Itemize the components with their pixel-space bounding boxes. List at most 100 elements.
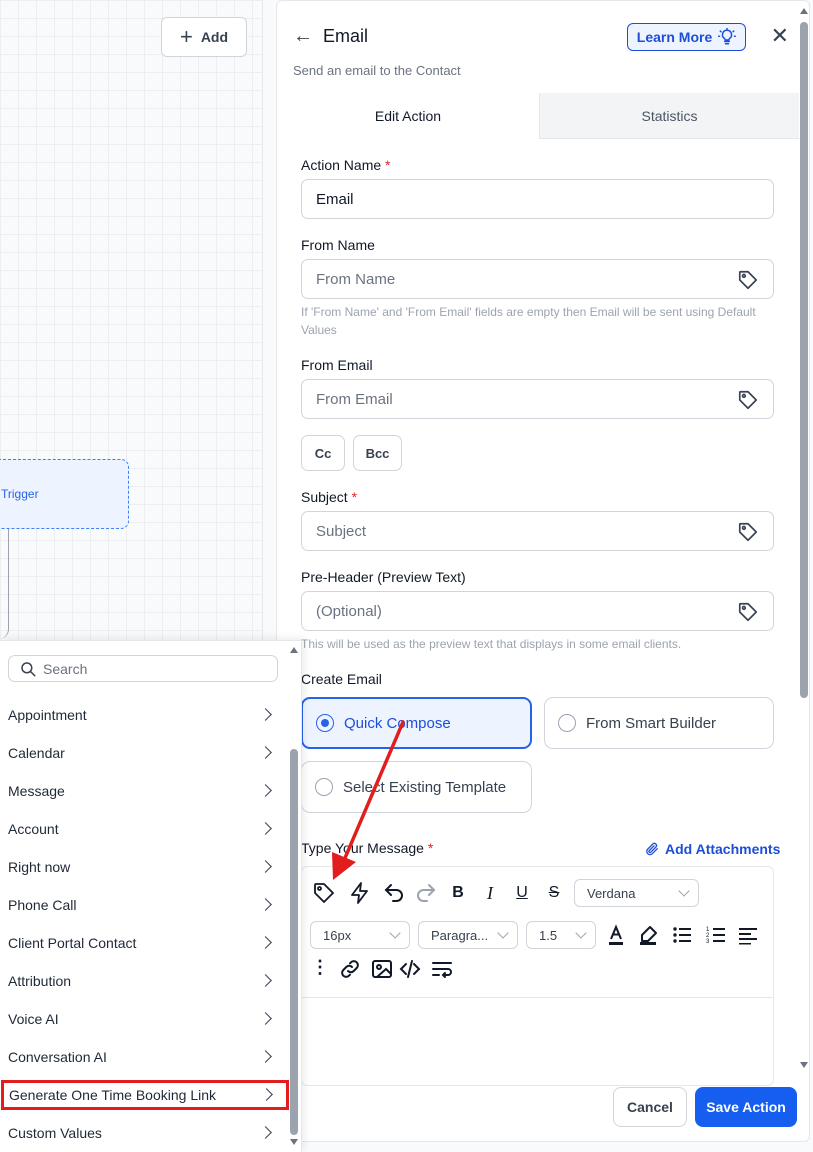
bcc-button[interactable]: Bcc: [353, 435, 402, 471]
chevron-right-icon: [259, 898, 272, 911]
tag-icon[interactable]: [737, 521, 759, 543]
menu-item-attribution[interactable]: Attribution: [0, 964, 288, 998]
subject-input[interactable]: Subject: [301, 511, 774, 551]
search-icon: [21, 661, 36, 676]
option-smart-builder[interactable]: From Smart Builder: [544, 697, 774, 749]
font-size-select[interactable]: 16px: [310, 921, 410, 949]
tag-icon[interactable]: [737, 269, 759, 291]
strikethrough-icon[interactable]: S: [542, 881, 566, 905]
tag-icon[interactable]: [737, 601, 759, 623]
lightning-icon[interactable]: [348, 881, 372, 905]
preheader-input[interactable]: (Optional): [301, 591, 774, 631]
underline-icon[interactable]: U: [510, 881, 534, 905]
svg-text:3: 3: [706, 939, 710, 945]
add-button[interactable]: + Add: [161, 17, 247, 57]
scrollbar-thumb[interactable]: [290, 749, 298, 1135]
menu-item-phone-call[interactable]: Phone Call: [0, 888, 288, 922]
back-arrow-icon[interactable]: ←: [293, 25, 313, 48]
menu-item-label: Appointment: [8, 707, 87, 723]
subject-label-text: Subject: [301, 489, 348, 505]
menu-item-message[interactable]: Message: [0, 774, 288, 808]
required-mark: *: [427, 840, 434, 856]
panel-tabs: Edit Action Statistics: [277, 93, 809, 139]
from-name-help: If 'From Name' and 'From Email' fields a…: [301, 305, 756, 337]
chevron-right-icon: [259, 1050, 272, 1063]
more-vertical-icon[interactable]: ⋮: [308, 955, 332, 979]
link-icon[interactable]: [338, 957, 362, 981]
learn-more-button[interactable]: Learn More: [627, 23, 746, 51]
menu-item-conversation-ai[interactable]: Conversation AI: [0, 1040, 288, 1074]
option-existing-template[interactable]: Select Existing Template: [301, 761, 532, 813]
action-name-label: Action Name *: [301, 157, 391, 173]
chevron-right-icon: [259, 784, 272, 797]
chevron-right-icon: [259, 860, 272, 873]
menu-item-label: Conversation AI: [8, 1049, 107, 1065]
menu-item-generate-booking-link[interactable]: Generate One Time Booking Link: [1, 1080, 289, 1110]
menu-item-calendar[interactable]: Calendar: [0, 736, 288, 770]
panel-subtitle: Send an email to the Contact: [293, 63, 461, 78]
save-action-button[interactable]: Save Action: [695, 1087, 797, 1127]
from-name-placeholder: From Name: [316, 270, 396, 288]
block-format-value: Paragra...: [431, 927, 489, 943]
page-scrollbar[interactable]: [800, 8, 808, 1068]
menu-item-right-now[interactable]: Right now: [0, 850, 288, 884]
close-icon[interactable]: ✕: [771, 23, 789, 49]
preheader-help: This will be used as the preview text th…: [301, 637, 682, 651]
menu-search-input[interactable]: Search: [8, 655, 278, 682]
redo-icon[interactable]: [414, 881, 438, 905]
menu-item-appointment[interactable]: Appointment: [0, 698, 288, 732]
menu-item-custom-values[interactable]: Custom Values: [0, 1116, 288, 1150]
tag-icon[interactable]: [737, 389, 759, 411]
bullet-list-icon[interactable]: [670, 923, 694, 947]
plus-icon: +: [179, 24, 193, 49]
scroll-down-icon[interactable]: [800, 1062, 808, 1068]
chevron-down-icon: [389, 927, 401, 939]
block-format-select[interactable]: Paragra...: [418, 921, 518, 949]
scroll-down-icon[interactable]: [290, 1139, 298, 1145]
align-icon[interactable]: [736, 923, 760, 947]
option-existing-template-label: Select Existing Template: [343, 778, 507, 796]
panel-header: ← Email Learn More ✕: [293, 23, 789, 53]
action-name-input[interactable]: Email: [301, 179, 774, 219]
bold-icon[interactable]: B: [446, 881, 470, 905]
tag-icon[interactable]: [312, 881, 336, 905]
cc-button[interactable]: Cc: [301, 435, 345, 471]
wrap-text-icon[interactable]: [430, 957, 454, 981]
menu-item-voice-ai[interactable]: Voice AI: [0, 1002, 288, 1036]
trigger-node[interactable]: Trigger: [0, 459, 129, 529]
add-attachments-link[interactable]: Add Attachments: [645, 841, 780, 857]
scroll-up-icon[interactable]: [800, 8, 808, 14]
numbered-list-icon[interactable]: 123: [704, 923, 728, 947]
chevron-right-icon: [259, 746, 272, 759]
font-family-select[interactable]: Verdana: [574, 879, 699, 907]
tab-statistics[interactable]: Statistics: [539, 93, 799, 139]
tab-edit-action[interactable]: Edit Action: [277, 93, 539, 139]
scrollbar-thumb[interactable]: [800, 22, 808, 698]
from-name-label: From Name: [301, 237, 375, 253]
chevron-right-icon: [259, 822, 272, 835]
undo-icon[interactable]: [382, 881, 406, 905]
preheader-placeholder: (Optional): [316, 602, 382, 620]
menu-item-client-portal-contact[interactable]: Client Portal Contact: [0, 926, 288, 960]
code-icon[interactable]: [398, 957, 422, 981]
required-mark: *: [351, 489, 358, 505]
chevron-down-icon: [575, 927, 587, 939]
menu-item-label: Client Portal Contact: [8, 935, 137, 951]
from-email-input[interactable]: From Email: [301, 379, 774, 419]
text-color-icon[interactable]: [604, 923, 628, 947]
highlight-icon[interactable]: [636, 923, 660, 947]
node-connector: [0, 529, 9, 639]
option-quick-compose[interactable]: Quick Compose: [301, 697, 532, 749]
line-height-select[interactable]: 1.5: [526, 921, 596, 949]
image-icon[interactable]: [370, 957, 394, 981]
menu-item-label: Attribution: [8, 973, 72, 989]
rich-text-editor[interactable]: B I U S Verdana 16px Paragra... 1.5 123 …: [301, 866, 774, 1086]
cancel-button[interactable]: Cancel: [613, 1087, 687, 1127]
email-action-panel: ← Email Learn More ✕ Send an email to th…: [276, 0, 810, 1142]
menu-scrollbar[interactable]: [289, 645, 298, 1145]
from-name-input[interactable]: From Name: [301, 259, 774, 299]
preheader-label: Pre-Header (Preview Text): [301, 569, 466, 585]
scroll-up-icon[interactable]: [290, 647, 298, 653]
menu-item-account[interactable]: Account: [0, 812, 288, 846]
italic-icon[interactable]: I: [478, 881, 502, 905]
